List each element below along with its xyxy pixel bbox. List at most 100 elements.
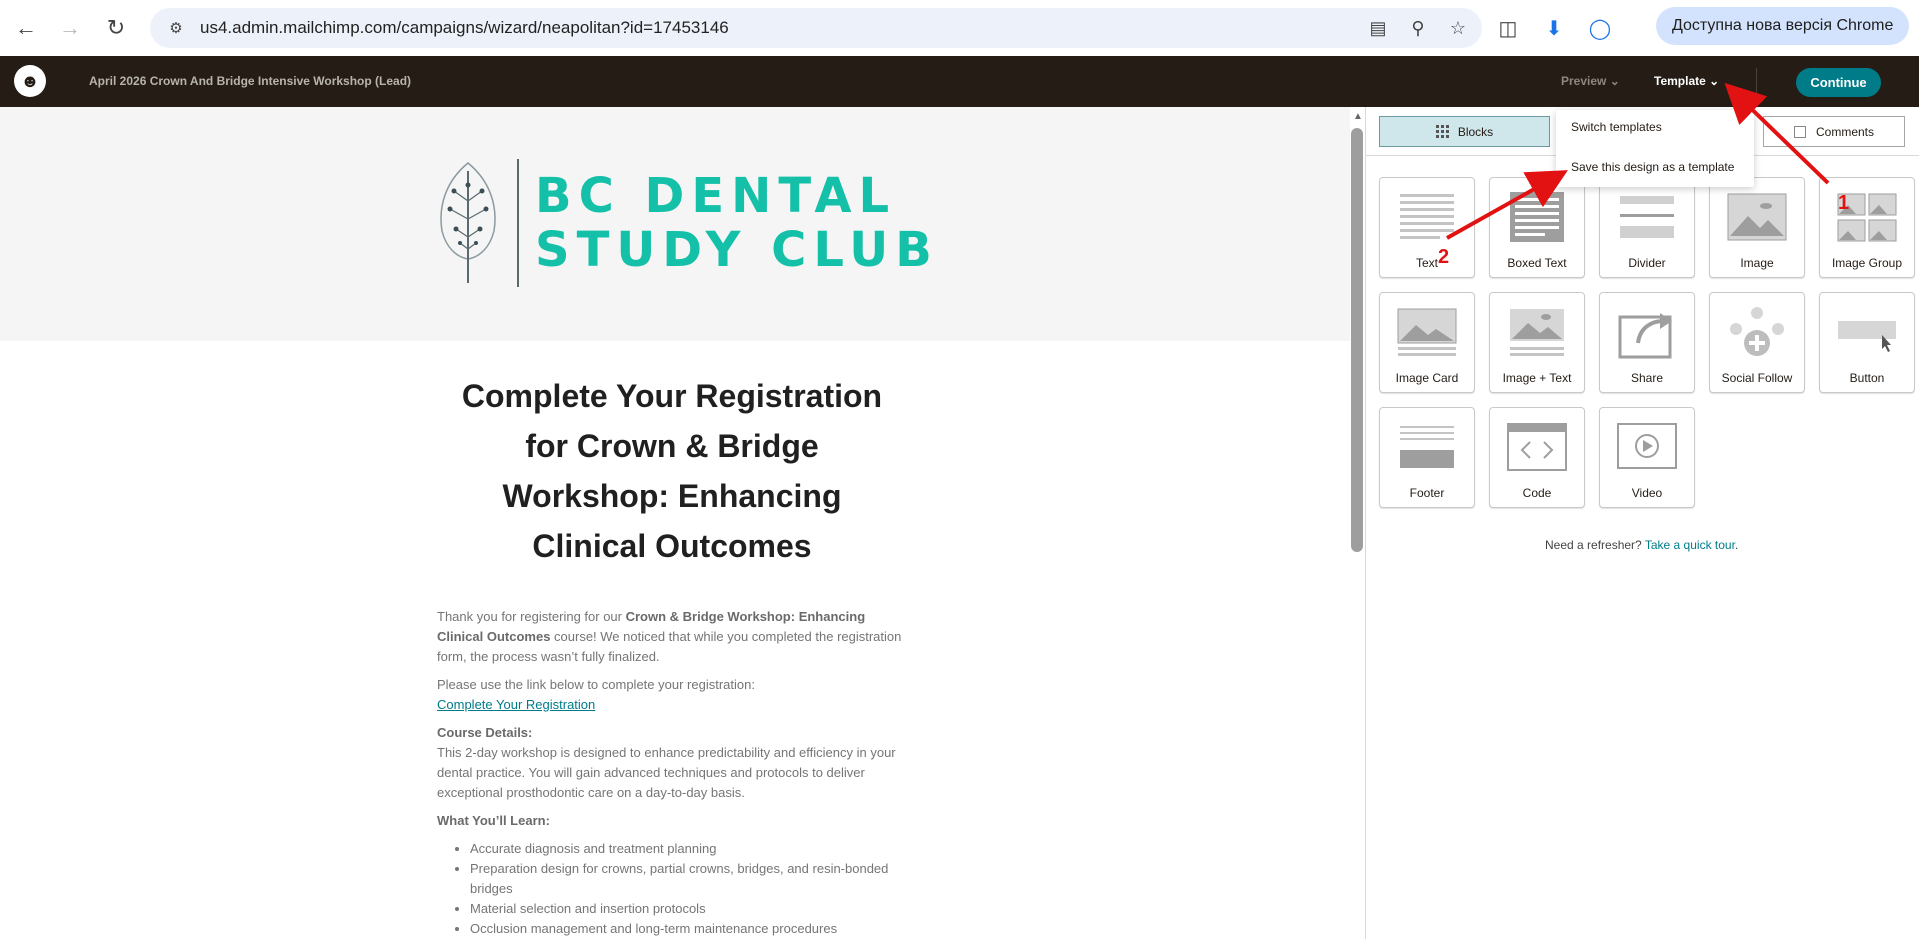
heading-line: Clinical Outcomes (532, 528, 812, 564)
block-video[interactable]: Video (1599, 407, 1695, 508)
logo-line-1: BC DENTAL (535, 168, 897, 224)
mailchimp-logo-icon[interactable]: ☻ (14, 65, 46, 97)
image-icon (1727, 193, 1787, 241)
heading-line: Workshop: Enhancing (502, 478, 842, 514)
template-label: Template (1654, 74, 1706, 88)
block-label: Image + Text (1502, 371, 1572, 385)
block-image-text[interactable]: Image + Text (1489, 292, 1585, 393)
intro-paragraph: Thank you for registering for our Crown … (437, 607, 907, 667)
chrome-update-button[interactable]: Доступна нова версія Chrome (1656, 7, 1910, 45)
learn-list: Accurate diagnosis and treatment plannin… (470, 839, 907, 939)
details-text: This 2-day workshop is designed to enhan… (437, 745, 896, 800)
tab-blocks-label: Blocks (1457, 124, 1494, 139)
tree-logo-icon (440, 162, 496, 283)
divider-icon (1620, 196, 1674, 238)
tab-comments-label: Comments (1815, 124, 1874, 139)
preview-menu[interactable]: Preview ⌄ (1561, 74, 1620, 88)
details-heading: Course Details: (437, 725, 533, 740)
code-icon (1507, 423, 1567, 471)
url-text[interactable]: us4.admin.mailchimp.com/campaigns/wizard… (200, 18, 729, 38)
block-divider[interactable]: Divider (1599, 177, 1695, 278)
template-menu[interactable]: Template ⌄ (1654, 74, 1719, 88)
reload-icon[interactable]: ↻ (96, 8, 136, 48)
email-heading[interactable]: Complete Your Registration for Crown & B… (437, 371, 907, 571)
logo-wordmark: BC DENTAL STUDY CLUB (535, 169, 939, 277)
list-item: Accurate diagnosis and treatment plannin… (470, 839, 907, 859)
block-image[interactable]: Image (1709, 177, 1805, 278)
browser-toolbar: ← → ↻ ⚙ us4.admin.mailchimp.com/campaign… (0, 0, 1919, 56)
bookmark-star-icon[interactable]: ☆ (1446, 16, 1470, 40)
video-icon (1617, 423, 1677, 469)
tab-blocks[interactable]: Blocks (1379, 116, 1550, 147)
mailchimp-header: ☻ April 2026 Crown And Bridge Intensive … (0, 56, 1919, 107)
block-footer[interactable]: Footer (1379, 407, 1475, 508)
translate-icon[interactable]: ▤ (1366, 16, 1390, 40)
comment-icon (1793, 125, 1806, 138)
block-label: Share (1630, 371, 1664, 385)
chevron-down-icon: ⌄ (1709, 74, 1720, 88)
block-label: Divider (1628, 256, 1666, 270)
link-intro-text: Please use the link below to complete yo… (437, 677, 755, 692)
block-label: Code (1522, 486, 1552, 500)
scroll-up-icon[interactable]: ▲ (1350, 112, 1366, 122)
block-text[interactable]: Text (1379, 177, 1475, 278)
block-image-card[interactable]: Image Card (1379, 292, 1475, 393)
block-label: Video (1631, 486, 1663, 500)
refresher-text: Need a refresher? Take a quick tour. (1545, 538, 1739, 552)
details-paragraph: Course Details: This 2-day workshop is de… (437, 723, 907, 803)
save-as-template-item[interactable]: Save this design as a template (1571, 160, 1734, 174)
heading-line: for Crown & Bridge (525, 428, 819, 464)
continue-button[interactable]: Continue (1796, 68, 1881, 97)
back-icon[interactable]: ← (6, 8, 46, 48)
learn-heading: What You’ll Learn: (437, 813, 550, 828)
block-label: Image (1740, 256, 1774, 270)
learn-heading-paragraph: What You’ll Learn: (437, 811, 907, 831)
forward-icon[interactable]: → (50, 8, 90, 48)
list-item: Occlusion management and long-term maint… (470, 919, 907, 939)
block-share[interactable]: Share (1599, 292, 1695, 393)
template-dropdown-menu: Switch templates Save this design as a t… (1556, 110, 1754, 187)
editor-scroll-thumb[interactable] (1351, 128, 1363, 552)
button-block-icon (1838, 321, 1896, 352)
tab-comments[interactable]: Comments (1763, 116, 1905, 147)
grid-icon (1435, 124, 1450, 139)
list-item: Material selection and insertion protoco… (470, 899, 907, 919)
extensions-icon[interactable]: ◫ (1492, 8, 1524, 48)
block-code[interactable]: Code (1489, 407, 1585, 508)
email-header-band[interactable]: BC DENTAL STUDY CLUB (0, 107, 1350, 341)
logo-divider (517, 159, 519, 287)
address-bar[interactable]: ⚙ us4.admin.mailchimp.com/campaigns/wiza… (150, 8, 1482, 48)
image-card-icon (1397, 308, 1457, 356)
campaign-title: April 2026 Crown And Bridge Intensive Wo… (89, 74, 412, 88)
email-canvas[interactable]: BC DENTAL STUDY CLUB Complete Your Regis… (0, 107, 1350, 939)
block-social-follow[interactable]: Social Follow (1709, 292, 1805, 393)
heading-line: Complete Your Registration (461, 378, 883, 414)
block-label: Image Card (1395, 371, 1459, 385)
link-paragraph: Please use the link below to complete yo… (437, 675, 907, 715)
annotation-label-2: 2 (1438, 246, 1450, 268)
profile-icon[interactable]: ◯ (1584, 8, 1616, 48)
refresher-label: Need a refresher? (1545, 538, 1642, 552)
chevron-down-icon: ⌄ (1609, 74, 1620, 88)
header-divider (1756, 68, 1757, 96)
email-body-text[interactable]: Thank you for registering for our Crown … (437, 607, 907, 939)
complete-registration-link[interactable]: Complete Your Registration (437, 697, 595, 712)
block-boxed-text[interactable]: Boxed Text (1489, 177, 1585, 278)
quick-tour-link[interactable]: Take a quick tour (1645, 538, 1735, 552)
site-settings-icon[interactable]: ⚙ (166, 18, 186, 38)
annotation-label-1: 1 (1838, 192, 1850, 214)
image-text-icon (1510, 309, 1564, 356)
block-label: Social Follow (1721, 371, 1793, 385)
block-image-group[interactable]: Image Group (1819, 177, 1915, 278)
list-item: Preparation design for crowns, partial c… (470, 859, 907, 899)
social-follow-icon (1730, 307, 1784, 356)
block-label: Image Group (1831, 256, 1903, 270)
download-icon[interactable]: ⬇ (1538, 8, 1570, 48)
block-label: Text (1415, 256, 1438, 270)
zoom-icon[interactable]: ⚲ (1406, 16, 1430, 40)
block-button[interactable]: Button (1819, 292, 1915, 393)
preview-label: Preview (1561, 74, 1607, 88)
share-icon (1618, 313, 1672, 359)
block-label: Boxed Text (1507, 256, 1567, 270)
switch-templates-item[interactable]: Switch templates (1571, 120, 1662, 134)
